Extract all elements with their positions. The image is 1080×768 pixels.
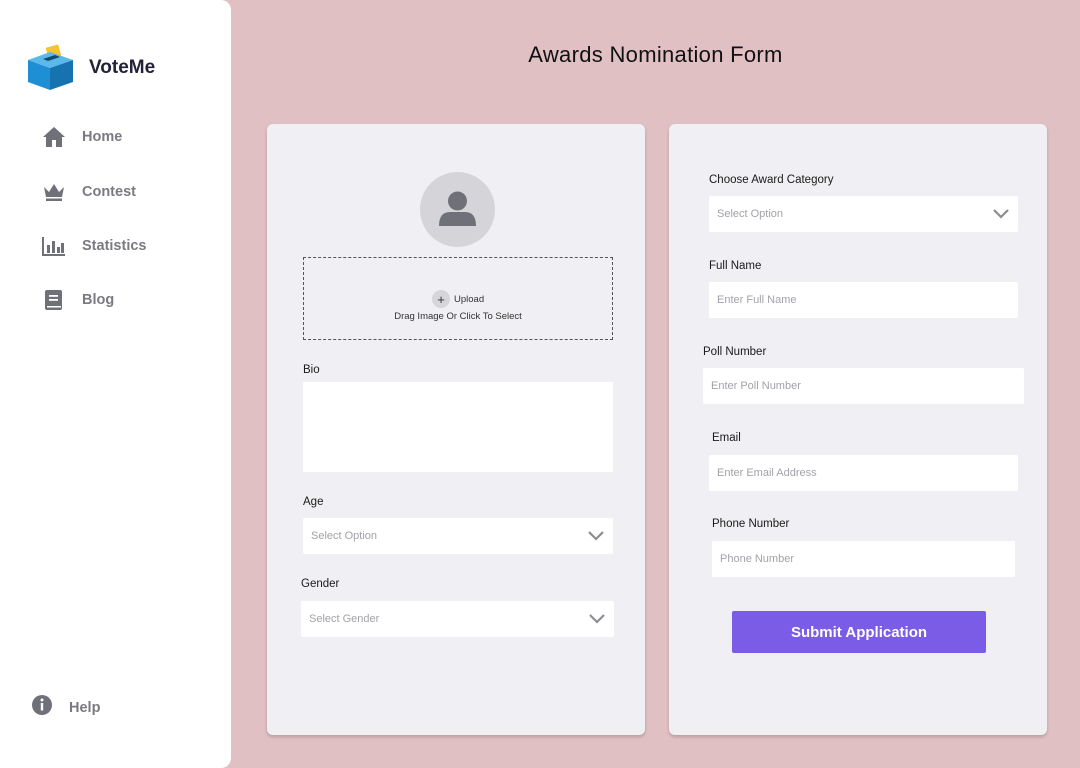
upload-label: Upload [454,293,485,305]
page-title: Awards Nomination Form [528,42,783,67]
gender-select[interactable]: Select Gender [301,601,614,637]
sidebar-item-label: Contest [82,184,136,200]
sidebar-item-home[interactable]: Home [42,125,122,149]
chevron-down-icon [589,614,605,624]
home-icon [42,125,66,149]
crown-icon [42,180,66,204]
image-upload-dropzone[interactable]: + Upload Drag Image Or Click To Select [303,257,613,340]
user-placeholder-icon [439,191,476,226]
chevron-down-icon [588,531,604,541]
photo-bio-card: + Upload Drag Image Or Click To Select B… [267,124,645,735]
sidebar: VoteMe Home Contest Statistics Blog Help [0,0,231,768]
chevron-down-icon [993,209,1009,219]
sidebar-item-blog[interactable]: Blog [42,288,114,312]
poll-number-input[interactable] [703,368,1024,404]
award-category-select[interactable]: Select Option [709,196,1018,232]
gender-select-value: Select Gender [309,613,380,625]
help-label: Help [69,699,101,716]
bio-label: Bio [303,364,320,376]
sidebar-item-statistics[interactable]: Statistics [42,234,146,258]
bar-chart-icon [42,234,66,258]
sidebar-item-contest[interactable]: Contest [42,180,136,204]
sidebar-item-help[interactable]: Help [31,694,100,721]
sidebar-item-label: Home [82,129,123,145]
phone-number-label: Phone Number [712,518,790,530]
plus-icon: + [432,290,450,308]
nomination-details-card: Choose Award Category Select Option Full… [669,124,1047,735]
age-select-value: Select Option [311,530,378,542]
full-name-input[interactable] [709,282,1018,318]
sidebar-item-label: Statistics [82,238,147,254]
award-category-label: Choose Award Category [709,174,834,186]
phone-number-input[interactable] [712,541,1015,577]
sidebar-item-label: Blog [82,292,115,308]
info-icon [31,694,53,721]
submit-application-button[interactable]: Submit Application [732,611,986,653]
upload-hint: Drag Image Or Click To Select [394,311,522,322]
bio-textarea[interactable] [303,382,613,472]
full-name-label: Full Name [709,260,762,272]
email-input[interactable] [709,455,1018,491]
age-label: Age [303,496,324,508]
gender-label: Gender [301,578,340,590]
avatar [420,172,495,247]
poll-number-label: Poll Number [703,346,767,358]
email-label: Email [712,432,741,444]
age-select[interactable]: Select Option [303,518,613,554]
upload-button[interactable]: + Upload [432,290,484,308]
logo[interactable]: VoteMe [27,44,155,91]
award-category-value: Select Option [717,208,784,220]
ballot-box-icon [28,44,73,90]
app-name: VoteMe [89,56,156,78]
book-icon [42,288,66,312]
